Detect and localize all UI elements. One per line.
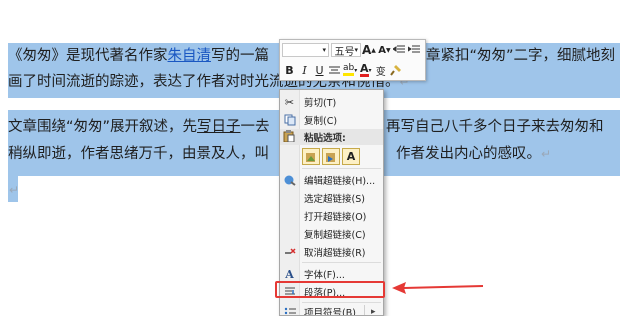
menu-item-label: 粘贴选项: xyxy=(304,130,346,144)
paragraph-mark: ↵ xyxy=(541,147,551,161)
cut-icon: ✂ xyxy=(283,96,296,109)
shrink-font-button[interactable]: A▼ xyxy=(377,42,392,58)
align-center-icon xyxy=(329,66,340,75)
menu-item-label: 打开超链接(O) xyxy=(304,209,366,223)
paste-options-header: 粘贴选项: xyxy=(280,129,383,145)
menu-divider xyxy=(302,262,381,263)
submenu-divider xyxy=(364,305,365,316)
annotation-arrow-icon xyxy=(390,280,485,296)
menu-item-label: 复制(C) xyxy=(304,113,337,127)
chevron-down-icon: ▾ xyxy=(369,67,372,74)
remove-hyperlink-icon xyxy=(283,246,296,259)
text-run: 写的一篇 xyxy=(211,48,269,64)
text-run: 作者发出内心的感叹。 xyxy=(396,146,541,162)
text-run: 《匆匆》是现代著名作家 xyxy=(8,48,168,64)
menu-item-label: 选定超链接(S) xyxy=(304,191,365,205)
annotation-highlight-box xyxy=(275,281,385,298)
chevron-down-icon: ▾ xyxy=(354,67,357,74)
menu-item-select-hyperlink[interactable]: 选定超链接(S) xyxy=(280,189,383,207)
center-align-button[interactable] xyxy=(327,62,342,78)
paste-merge-formatting-icon xyxy=(325,151,337,163)
format-painter-icon xyxy=(390,64,402,76)
menu-item-bullets[interactable]: 项目符号(B) ▸ xyxy=(280,303,383,316)
bullets-icon xyxy=(283,306,296,316)
increase-indent-button[interactable] xyxy=(407,42,422,58)
underline-button[interactable]: U xyxy=(312,62,327,78)
grow-font-icon: A xyxy=(362,43,371,57)
menu-item-label: 剪切(T) xyxy=(304,95,336,109)
font-color-button[interactable]: A▾ xyxy=(358,62,373,78)
menu-item-cut[interactable]: ✂ 剪切(T) xyxy=(280,93,383,111)
text-run: 文章围绕“匆匆”展开叙述，先 xyxy=(8,119,197,135)
chevron-down-icon: ▾ xyxy=(322,46,326,54)
text-run: 写日子 xyxy=(197,119,241,135)
menu-item-label: 复制超链接(C) xyxy=(304,227,366,241)
font-color-icon: A xyxy=(360,64,369,77)
text-run: 稍纵即逝，作者思绪万千，由景及人，叫 xyxy=(8,146,269,162)
decrease-indent-icon xyxy=(393,45,405,55)
paragraph-2-line-1-tail: 再写自己八千多个日子来去匆匆和 xyxy=(386,117,604,137)
paste-keep-source-button[interactable] xyxy=(302,148,320,165)
paragraph-2-line-1[interactable]: 文章围绕“匆匆”展开叙述，先写日子一去 xyxy=(8,117,270,137)
submenu-arrow-icon[interactable]: ▸ xyxy=(371,307,376,316)
paste-keep-formatting-icon xyxy=(305,151,317,163)
edit-hyperlink-icon xyxy=(283,174,296,187)
menu-item-label: 字体(F)... xyxy=(304,267,345,281)
paragraph-2-line-2[interactable]: 稍纵即逝，作者思绪万千，由景及人，叫 xyxy=(8,144,269,164)
bold-button[interactable]: B xyxy=(282,62,297,78)
font-size-value: 五号 xyxy=(334,43,354,58)
highlight-icon: ab xyxy=(343,64,354,76)
hyperlink[interactable]: 朱自清 xyxy=(168,48,212,64)
menu-divider xyxy=(302,168,381,169)
paragraph-2-line-2-tail: 作者发出内心的感叹。↵ xyxy=(396,144,551,164)
font-name-select[interactable]: ▾ xyxy=(282,43,329,57)
text-run: 章紧扣“匆匆”二字，细腻地刻 xyxy=(426,48,615,64)
paragraph-1-line-1-tail: 章紧扣“匆匆”二字，细腻地刻 xyxy=(426,46,615,66)
menu-item-copy[interactable]: 复制(C) xyxy=(280,111,383,129)
italic-button[interactable]: I xyxy=(297,62,312,78)
menu-item-label: 项目符号(B) xyxy=(304,305,356,316)
paragraph-1-line-1[interactable]: 《匆匆》是现代著名作家朱自清写的一篇 xyxy=(8,46,269,66)
paste-merge-button[interactable] xyxy=(322,148,340,165)
highlight-button[interactable]: ab▾ xyxy=(342,62,358,78)
font-size-select[interactable]: 五号 ▾ xyxy=(331,43,361,57)
paste-icon xyxy=(283,130,295,145)
grow-font-button[interactable]: A▲ xyxy=(361,42,377,58)
font-icon: A xyxy=(283,268,296,281)
mini-toolbar: ▾ 五号 ▾ A▲ A▼ B I U ab▾ A▾ 变 xyxy=(279,39,426,81)
phonetic-guide-button[interactable]: 变 xyxy=(373,62,388,78)
text-run: 再写自己八千多个日子来去匆匆和 xyxy=(386,119,604,135)
menu-item-copy-hyperlink[interactable]: 复制超链接(C) xyxy=(280,225,383,243)
text-run: 画了时间流逝的踪迹，表达了作者对时 xyxy=(8,74,255,90)
decrease-indent-button[interactable] xyxy=(392,42,407,58)
chevron-down-icon: ▾ xyxy=(354,46,358,54)
increase-indent-icon xyxy=(408,45,420,55)
paste-text-only-icon: A xyxy=(347,150,356,163)
empty-paragraph-mark: ↵ xyxy=(9,180,19,200)
text-run: 一去 xyxy=(241,119,270,135)
menu-item-remove-hyperlink[interactable]: 取消超链接(R) xyxy=(280,243,383,261)
menu-item-edit-hyperlink[interactable]: 编辑超链接(H)... xyxy=(280,171,383,189)
copy-icon xyxy=(283,114,296,127)
menu-item-open-hyperlink[interactable]: 打开超链接(O) xyxy=(280,207,383,225)
format-painter-button[interactable] xyxy=(388,62,403,78)
menu-item-label: 编辑超链接(H)... xyxy=(304,173,375,187)
paste-text-only-button[interactable]: A xyxy=(342,148,360,165)
shrink-font-icon: A xyxy=(378,45,386,56)
menu-item-label: 取消超链接(R) xyxy=(304,245,366,259)
